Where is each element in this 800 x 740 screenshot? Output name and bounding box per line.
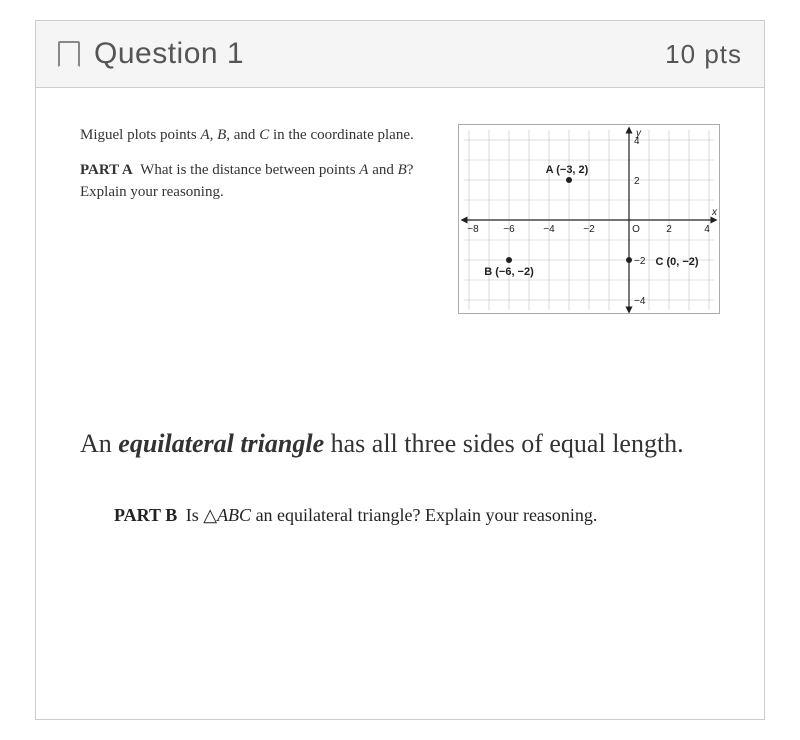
point-c-label: C (0, −2) bbox=[655, 256, 698, 268]
ytick: −2 bbox=[634, 256, 646, 267]
xtick: −2 bbox=[583, 224, 595, 235]
equilateral-definition: An equilateral triangle has all three si… bbox=[80, 424, 720, 463]
point-c bbox=[626, 257, 632, 263]
problem-intro: Miguel plots points A, B, and C in the c… bbox=[80, 124, 434, 147]
part-b-triangle: ABC bbox=[217, 505, 251, 525]
part-b-prefix: Is △ bbox=[186, 505, 217, 525]
question-body: Miguel plots points A, B, and C in the c… bbox=[36, 88, 764, 536]
header-left-group: Question 1 bbox=[58, 37, 244, 71]
part-a-explain: Explain your reasoning. bbox=[80, 184, 224, 200]
xtick: −6 bbox=[503, 224, 515, 235]
part-b-label: PART B bbox=[114, 505, 181, 525]
question-title: Question 1 bbox=[94, 37, 244, 71]
coordinate-graph: −8 −6 −4 −2 O 2 4 4 2 −2 −4 bbox=[458, 124, 720, 314]
x-tick-labels: −8 −6 −4 −2 O 2 4 bbox=[467, 224, 710, 235]
intro-prefix: Miguel plots points bbox=[80, 127, 200, 143]
point-b bbox=[506, 257, 512, 263]
part-a-q1: What is the distance between points bbox=[140, 162, 359, 178]
xtick: −8 bbox=[467, 224, 479, 235]
xtick: O bbox=[632, 224, 640, 235]
part-a-qmk: ? bbox=[407, 162, 414, 178]
point-a bbox=[566, 177, 572, 183]
xtick: 2 bbox=[666, 224, 672, 235]
intro-suffix: in the coordinate plane. bbox=[269, 127, 414, 143]
intro-and: and bbox=[230, 127, 259, 143]
question-container: Question 1 10 pts Miguel plots points A,… bbox=[35, 20, 765, 720]
part-a-pointB: B bbox=[398, 162, 407, 178]
problem-block: Miguel plots points A, B, and C in the c… bbox=[80, 124, 720, 314]
xtick: −4 bbox=[543, 224, 555, 235]
part-b-suffix: an equilateral triangle? Explain your re… bbox=[251, 505, 597, 525]
intro-point-c: C bbox=[259, 127, 269, 143]
point-a-label: A (−3, 2) bbox=[546, 164, 589, 176]
equi-prefix: An bbox=[80, 429, 118, 458]
question-header: Question 1 10 pts bbox=[36, 21, 764, 88]
point-b-label: B (−6, −2) bbox=[484, 266, 534, 278]
graph-svg: −8 −6 −4 −2 O 2 4 4 2 −2 −4 bbox=[459, 125, 719, 315]
y-tick-labels: 4 2 −2 −4 bbox=[634, 136, 646, 307]
equi-suffix: has all three sides of equal length. bbox=[324, 429, 684, 458]
part-a-text: PART A What is the distance between poin… bbox=[80, 159, 434, 204]
part-b-text: PART B Is △ABC an equilateral triangle? … bbox=[80, 505, 720, 526]
problem-text: Miguel plots points A, B, and C in the c… bbox=[80, 124, 434, 204]
equi-bold: equilateral triangle bbox=[118, 429, 324, 458]
question-points: 10 pts bbox=[665, 39, 742, 70]
bookmark-icon[interactable] bbox=[58, 41, 80, 67]
part-a-and: and bbox=[368, 162, 397, 178]
xtick: 4 bbox=[704, 224, 710, 235]
ytick: 2 bbox=[634, 176, 640, 187]
ytick: −4 bbox=[634, 296, 646, 307]
part-a-label: PART A bbox=[80, 162, 137, 178]
x-axis-label: x bbox=[711, 207, 718, 218]
y-axis-label: y bbox=[635, 128, 642, 139]
intro-points-ab: A, B, bbox=[200, 127, 230, 143]
